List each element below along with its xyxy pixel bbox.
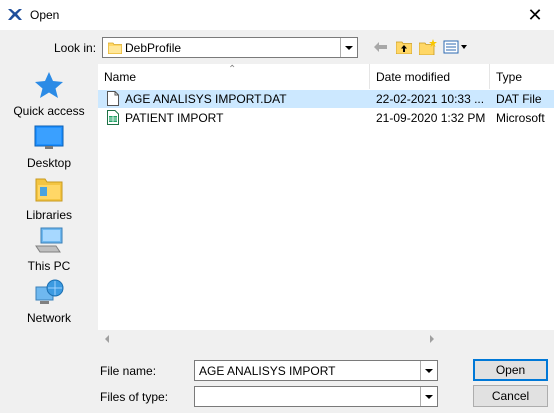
file-date: 21-09-2020 1:32 PM [376, 111, 486, 125]
document-icon [107, 91, 119, 106]
look-in-value: DebProfile [125, 41, 182, 55]
file-name-label: File name: [100, 364, 157, 378]
place-label: Libraries [25, 208, 73, 222]
files-of-type-dropdown[interactable] [194, 386, 438, 407]
file-row[interactable]: AGE ANALISYS IMPORT.DAT 22-02-2021 10:33… [98, 90, 554, 108]
chevron-down-icon[interactable] [420, 387, 437, 406]
file-name-value: AGE ANALISYS IMPORT [199, 364, 336, 378]
place-desktop[interactable]: Desktop [6, 125, 92, 170]
view-menu-icon[interactable] [443, 38, 469, 56]
file-date: 22-02-2021 10:33 ... [376, 92, 485, 106]
star-icon [35, 72, 63, 98]
desktop-icon [34, 125, 64, 149]
new-folder-icon[interactable] [419, 38, 437, 56]
place-label: Network [26, 311, 71, 325]
chevron-down-icon[interactable] [340, 38, 357, 57]
column-header-name[interactable]: Name [98, 64, 370, 89]
app-icon [8, 9, 22, 20]
places-bar: Quick access Desktop Libraries This PC N… [6, 63, 92, 346]
up-folder-icon[interactable] [395, 38, 413, 56]
look-in-dropdown[interactable]: DebProfile [102, 37, 358, 58]
file-list: ⌃ Name Date modified Type AGE ANALISYS I… [98, 64, 554, 346]
place-this-pc[interactable]: This PC [6, 226, 92, 273]
window-title: Open [30, 8, 60, 22]
chevron-down-icon[interactable] [420, 361, 437, 380]
file-type: DAT File [496, 92, 542, 106]
scroll-right-icon[interactable] [423, 330, 440, 347]
files-of-type-label: Files of type: [100, 390, 169, 404]
file-name: AGE ANALISYS IMPORT.DAT [125, 92, 287, 106]
close-icon: ✕ [527, 4, 543, 26]
place-label: Desktop [26, 156, 72, 170]
file-row[interactable]: PATIENT IMPORT 21-09-2020 1:32 PM Micros… [98, 109, 554, 127]
place-network[interactable]: Network [6, 278, 92, 325]
place-quick-access[interactable]: Quick access [6, 71, 92, 118]
cancel-button[interactable]: Cancel [473, 385, 548, 407]
look-in-label: Look in: [54, 41, 97, 55]
libraries-icon [35, 178, 63, 202]
computer-icon [35, 227, 63, 253]
column-header-label: Name [104, 70, 137, 84]
place-label: This PC [27, 259, 71, 273]
folder-icon [108, 42, 122, 54]
title-bar: Open ✕ [0, 0, 554, 30]
place-libraries[interactable]: Libraries [6, 175, 92, 222]
network-icon [35, 279, 64, 304]
column-header-date[interactable]: Date modified [370, 64, 490, 89]
column-header-label: Type [496, 70, 523, 84]
horizontal-scrollbar[interactable] [98, 330, 554, 347]
cancel-button-label: Cancel [491, 389, 530, 403]
file-name: PATIENT IMPORT [125, 111, 224, 125]
close-button[interactable]: ✕ [522, 2, 548, 28]
file-name-combo[interactable]: AGE ANALISYS IMPORT [194, 360, 438, 381]
scroll-left-icon[interactable] [98, 330, 115, 347]
file-type: Microsoft [496, 111, 545, 125]
spreadsheet-icon [107, 110, 119, 125]
column-header-label: Date modified [376, 70, 451, 84]
place-label: Quick access [13, 104, 85, 118]
back-arrow-icon[interactable] [372, 38, 390, 56]
open-button-label: Open [495, 363, 526, 377]
open-button[interactable]: Open [473, 359, 548, 381]
column-header-type[interactable]: Type [490, 64, 554, 89]
